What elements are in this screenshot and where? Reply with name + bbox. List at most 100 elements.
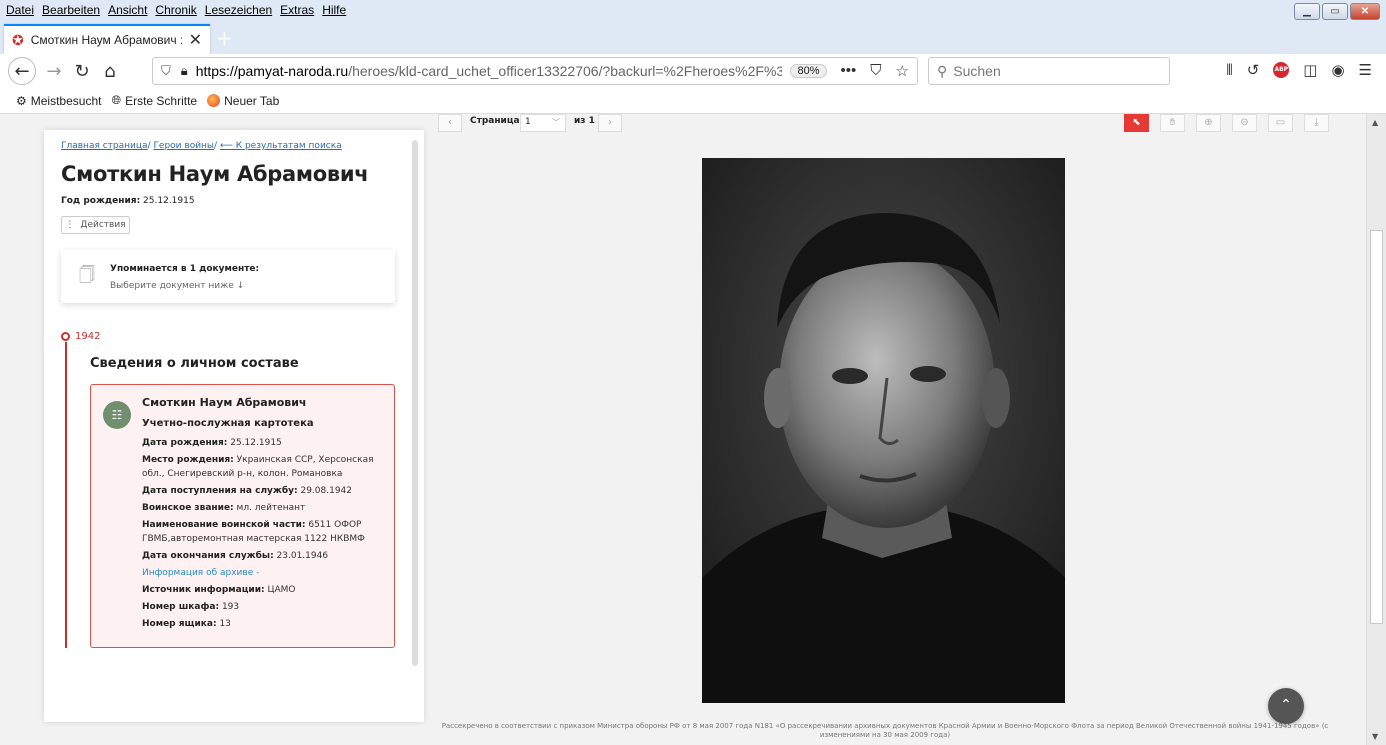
download-icon[interactable]: ⤓	[1304, 114, 1329, 132]
gear-icon: ⚙	[16, 93, 27, 108]
breadcrumb-back[interactable]: ⟵ К результатам поиска	[220, 141, 342, 151]
prev-page-button[interactable]: ‹	[438, 114, 462, 132]
viewer-toolbar: ‹ Страница: 1 ﹀ из 1 › ⬉ ✋︎ ⊕ ⊖ ▭ ⤓	[438, 114, 1338, 136]
lock-icon[interactable]: 🔒︎	[181, 63, 188, 79]
page-title: Смоткин Наум Абрамович	[61, 162, 369, 186]
fullscreen-icon[interactable]: ▭	[1268, 114, 1293, 132]
minimize-button[interactable]: ▁	[1294, 3, 1320, 20]
zoom-out-icon[interactable]: ⊖	[1232, 114, 1257, 132]
actions-button[interactable]: ⋮ Действия	[61, 216, 130, 234]
chevron-down-icon: ﹀	[552, 118, 560, 127]
new-tab-icon[interactable]: +	[216, 26, 233, 50]
breadcrumb-heroes[interactable]: Герои войны	[153, 141, 214, 151]
menu-chronik[interactable]: Chronik	[155, 3, 196, 17]
tab-active[interactable]: ✪ Смоткин Наум Абрамович :: П ✕	[4, 24, 210, 54]
page-label: Страница:	[470, 116, 524, 126]
menu-datei[interactable]: Datei	[6, 3, 34, 17]
scroll-thumb[interactable]	[1370, 230, 1383, 624]
hamburger-menu-icon[interactable]: ☰	[1359, 61, 1372, 79]
field-row: Дата окончания службы: 23.01.1946	[142, 551, 329, 561]
adblock-icon[interactable]: ABP	[1273, 62, 1290, 78]
field-row: Воинское звание: мл. лейтенант	[142, 503, 306, 513]
star-favicon-icon: ✪	[12, 31, 24, 48]
field-row: Дата рождения: 25.12.1915	[142, 438, 282, 448]
documents-summary: 🗍︎ Упоминается в 1 документе: Выберите д…	[61, 250, 395, 303]
tracking-shield-icon[interactable]: ⛉	[161, 63, 171, 79]
zoom-badge[interactable]: 80%	[790, 64, 827, 78]
field-row: Номер ящика: 13	[142, 619, 231, 629]
search-icon: ⚲	[937, 62, 948, 79]
home-button[interactable]: ⌂	[96, 57, 124, 85]
record-name: Смоткин Наум Абрамович	[142, 396, 307, 409]
field-row: Источник информации: ЦАМО	[142, 585, 296, 595]
kebab-icon: ⋮	[65, 220, 75, 230]
field-row: Номер шкафа: 193	[142, 602, 240, 612]
breadcrumb-home[interactable]: Главная страница	[61, 141, 148, 151]
declassified-note: Рассекречено в соответствии с приказом М…	[441, 722, 1329, 739]
page-scrollbar[interactable]: ▲ ▼	[1366, 114, 1386, 745]
portrait-image	[702, 158, 1065, 703]
close-tab-icon[interactable]: ✕	[189, 30, 202, 50]
search-placeholder: Suchen	[953, 63, 1001, 79]
field-row: Наименование воинской части: 6511 ОФОР Г…	[142, 520, 365, 544]
bookmark-meistbesucht[interactable]: ⚙ Meistbesucht	[16, 94, 101, 108]
viewer-tools: ⬉ ✋︎ ⊕ ⊖ ▭ ⤓	[1124, 114, 1329, 132]
firefox-icon	[207, 94, 221, 107]
document-icon: 🗍︎	[79, 265, 95, 284]
more-actions-icon[interactable]: •••	[841, 62, 857, 80]
bookmark-star-icon[interactable]: ☆	[896, 62, 909, 80]
menu-bearbeiten[interactable]: Bearbeiten	[42, 3, 100, 17]
tab-bar: ✪ Смоткин Наум Абрамович :: П ✕ +	[0, 22, 1386, 54]
documents-mention: Упоминается в 1 документе:	[110, 264, 260, 274]
archive-info-link[interactable]: Информация об архиве -	[142, 566, 387, 580]
forward-button[interactable]: →	[40, 57, 68, 85]
close-window-button[interactable]: ✕	[1350, 3, 1380, 20]
record-fields: Дата рождения: 25.12.1915 Место рождения…	[142, 436, 387, 634]
menu-lesezeichen[interactable]: Lesezeichen	[205, 3, 272, 17]
personnel-icon: ☷	[103, 401, 131, 429]
pocket-icon[interactable]: ⛉	[870, 62, 881, 80]
hero-card: Главная страница/ Герои войны/ ⟵ К резул…	[44, 130, 424, 722]
birth-year: Год рождения: 25.12.1915	[61, 196, 195, 206]
timeline-year: 1942	[75, 331, 101, 342]
maximize-button[interactable]: ▭	[1322, 3, 1348, 20]
documents-hint: Выберите документ ниже ↓	[110, 281, 245, 291]
history-icon[interactable]: ↺	[1247, 61, 1260, 79]
reload-button[interactable]: ↻	[68, 57, 96, 85]
search-input[interactable]: ⚲ Suchen	[928, 57, 1170, 85]
back-button[interactable]: ←	[8, 57, 36, 85]
url-bar[interactable]: ⛉ 🔒︎ https://pamyat-naroda.ru/heroes/kld…	[152, 57, 918, 85]
timeline-dot	[61, 332, 70, 341]
bookmark-erste-schritte[interactable]: 🌐︎ Erste Schritte	[111, 93, 197, 108]
menu-ansicht[interactable]: Ansicht	[108, 3, 147, 17]
url-actions: ••• ⛉ ☆	[841, 62, 909, 80]
pointer-tool-icon[interactable]: ⬉	[1124, 114, 1149, 132]
page-content: Главная страница/ Герои войны/ ⟵ К резул…	[0, 114, 1366, 745]
record-type: Учетно-послужная картотека	[142, 418, 314, 429]
record-card[interactable]: ☷ Смоткин Наум Абрамович Учетно-послужна…	[90, 384, 395, 648]
page-of-label: из 1	[574, 116, 595, 126]
account-icon[interactable]: ◉	[1331, 61, 1344, 79]
card-scrollbar[interactable]	[412, 140, 418, 666]
menu-hilfe[interactable]: Hilfe	[322, 3, 346, 17]
bookmark-neuer-tab[interactable]: Neuer Tab	[207, 94, 279, 108]
scroll-up-icon[interactable]: ▲	[1372, 118, 1378, 127]
zoom-in-icon[interactable]: ⊕	[1196, 114, 1221, 132]
next-page-button[interactable]: ›	[598, 114, 622, 132]
bookmarks-bar: ⚙ Meistbesucht 🌐︎ Erste Schritte Neuer Tab	[0, 88, 1386, 114]
menu-bar: Datei Bearbeiten Ansicht Chronik Lesezei…	[0, 0, 1386, 22]
portrait-photo	[702, 158, 1065, 703]
tab-title: Смоткин Наум Абрамович :: П	[30, 33, 182, 47]
sidebar-icon[interactable]: ◫	[1303, 61, 1317, 79]
window-controls: ▁ ▭ ✕	[1294, 3, 1380, 20]
scroll-down-icon[interactable]: ▼	[1372, 732, 1378, 741]
url-text[interactable]: https://pamyat-naroda.ru/heroes/kld-card…	[196, 63, 783, 79]
page-select[interactable]: 1 ﹀	[520, 114, 566, 132]
library-icon[interactable]: ⫴	[1226, 61, 1232, 79]
globe-icon: 🌐︎	[111, 93, 122, 107]
nav-bar: ← → ↻ ⌂ ⛉ 🔒︎ https://pamyat-naroda.ru/he…	[0, 54, 1386, 88]
menu-extras[interactable]: Extras	[280, 3, 314, 17]
scroll-to-top-button[interactable]: ⌃	[1268, 688, 1304, 724]
hand-tool-icon[interactable]: ✋︎	[1160, 114, 1185, 132]
field-row: Место рождения: Украинская ССР, Херсонск…	[142, 455, 374, 479]
